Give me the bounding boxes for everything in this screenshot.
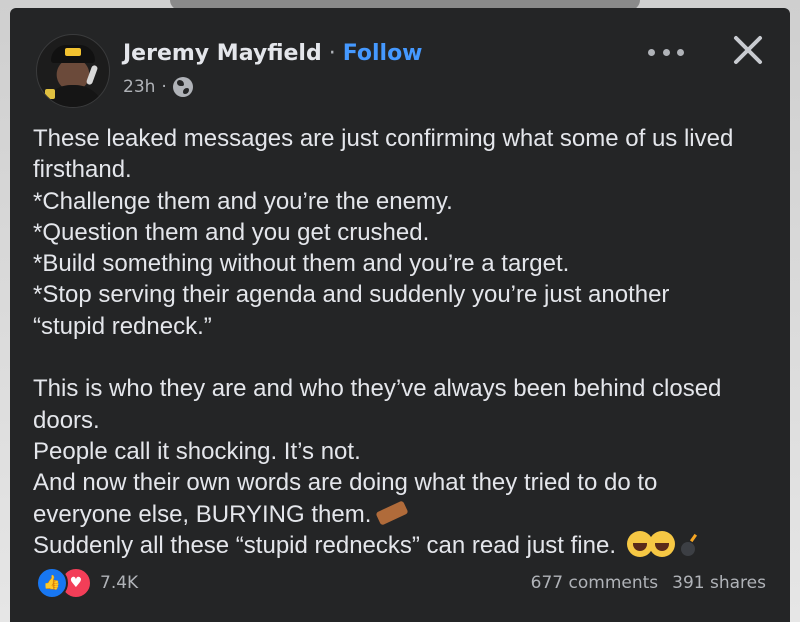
meta-separator: · xyxy=(161,77,167,97)
post-line: These leaked messages are just confirmin… xyxy=(33,125,734,152)
post-line: People call it shocking. It’s not. xyxy=(33,437,361,465)
avatar-microphone xyxy=(85,64,99,86)
post-card: Jeremy Mayfield · Follow 23h · These lea… xyxy=(10,8,790,622)
post-line: doors. xyxy=(33,406,100,434)
post-footer: 👍 ♥ 7.4K 677 comments 391 shares xyxy=(36,567,766,599)
post-timestamp[interactable]: 23h xyxy=(123,77,155,97)
post-line: Suddenly all these “stupid rednecks” can… xyxy=(33,531,616,559)
more-options-icon[interactable] xyxy=(648,44,684,60)
post-line: “stupid redneck.” xyxy=(33,312,212,340)
avatar-patch xyxy=(45,89,55,99)
post-line: firsthand. xyxy=(33,156,132,184)
like-icon: 👍 xyxy=(36,567,68,599)
post-line: *Build something without them and you’re… xyxy=(33,250,570,278)
follow-button[interactable]: Follow xyxy=(343,41,423,66)
reaction-count[interactable]: 7.4K xyxy=(100,573,138,593)
post-line: This is who they are and who they’ve alw… xyxy=(33,375,722,403)
post-header: Jeremy Mayfield · Follow xyxy=(123,38,423,68)
coffin-icon xyxy=(375,500,409,526)
post-meta: 23h · xyxy=(123,76,193,98)
globe-icon xyxy=(172,77,193,97)
reaction-summary[interactable]: 👍 ♥ 7.4K xyxy=(36,567,138,599)
more-dot xyxy=(648,48,655,56)
comments-count[interactable]: 677 comments xyxy=(531,573,658,593)
post-line: *Question them and you get crushed. xyxy=(33,218,430,246)
shares-count[interactable]: 391 shares xyxy=(672,573,766,593)
post-line-with-emoji: Suddenly all these “stupid rednecks” can… xyxy=(33,530,763,561)
avatar-cap-logo xyxy=(65,48,81,56)
screenshot-frame: Jeremy Mayfield · Follow 23h · These lea… xyxy=(0,0,800,622)
author-name[interactable]: Jeremy Mayfield xyxy=(123,41,322,66)
post-line: everyone else, BURYING them. xyxy=(33,500,372,528)
post-line: And now their own words are doing what t… xyxy=(33,469,658,497)
post-line-with-emoji: everyone else, BURYING them. xyxy=(33,499,763,530)
post-line: *Challenge them and you’re the enemy. xyxy=(33,187,453,215)
header-separator: · xyxy=(328,40,336,66)
author-avatar[interactable] xyxy=(36,34,110,108)
post-text: These leaked messages are just confirmin… xyxy=(33,123,763,561)
post-line: *Stop serving their agenda and suddenly … xyxy=(33,281,670,309)
laughing-face-icon xyxy=(648,530,675,557)
bomb-icon xyxy=(680,541,695,556)
close-icon[interactable] xyxy=(728,30,768,70)
more-dot xyxy=(677,48,684,56)
more-dot xyxy=(662,48,670,56)
